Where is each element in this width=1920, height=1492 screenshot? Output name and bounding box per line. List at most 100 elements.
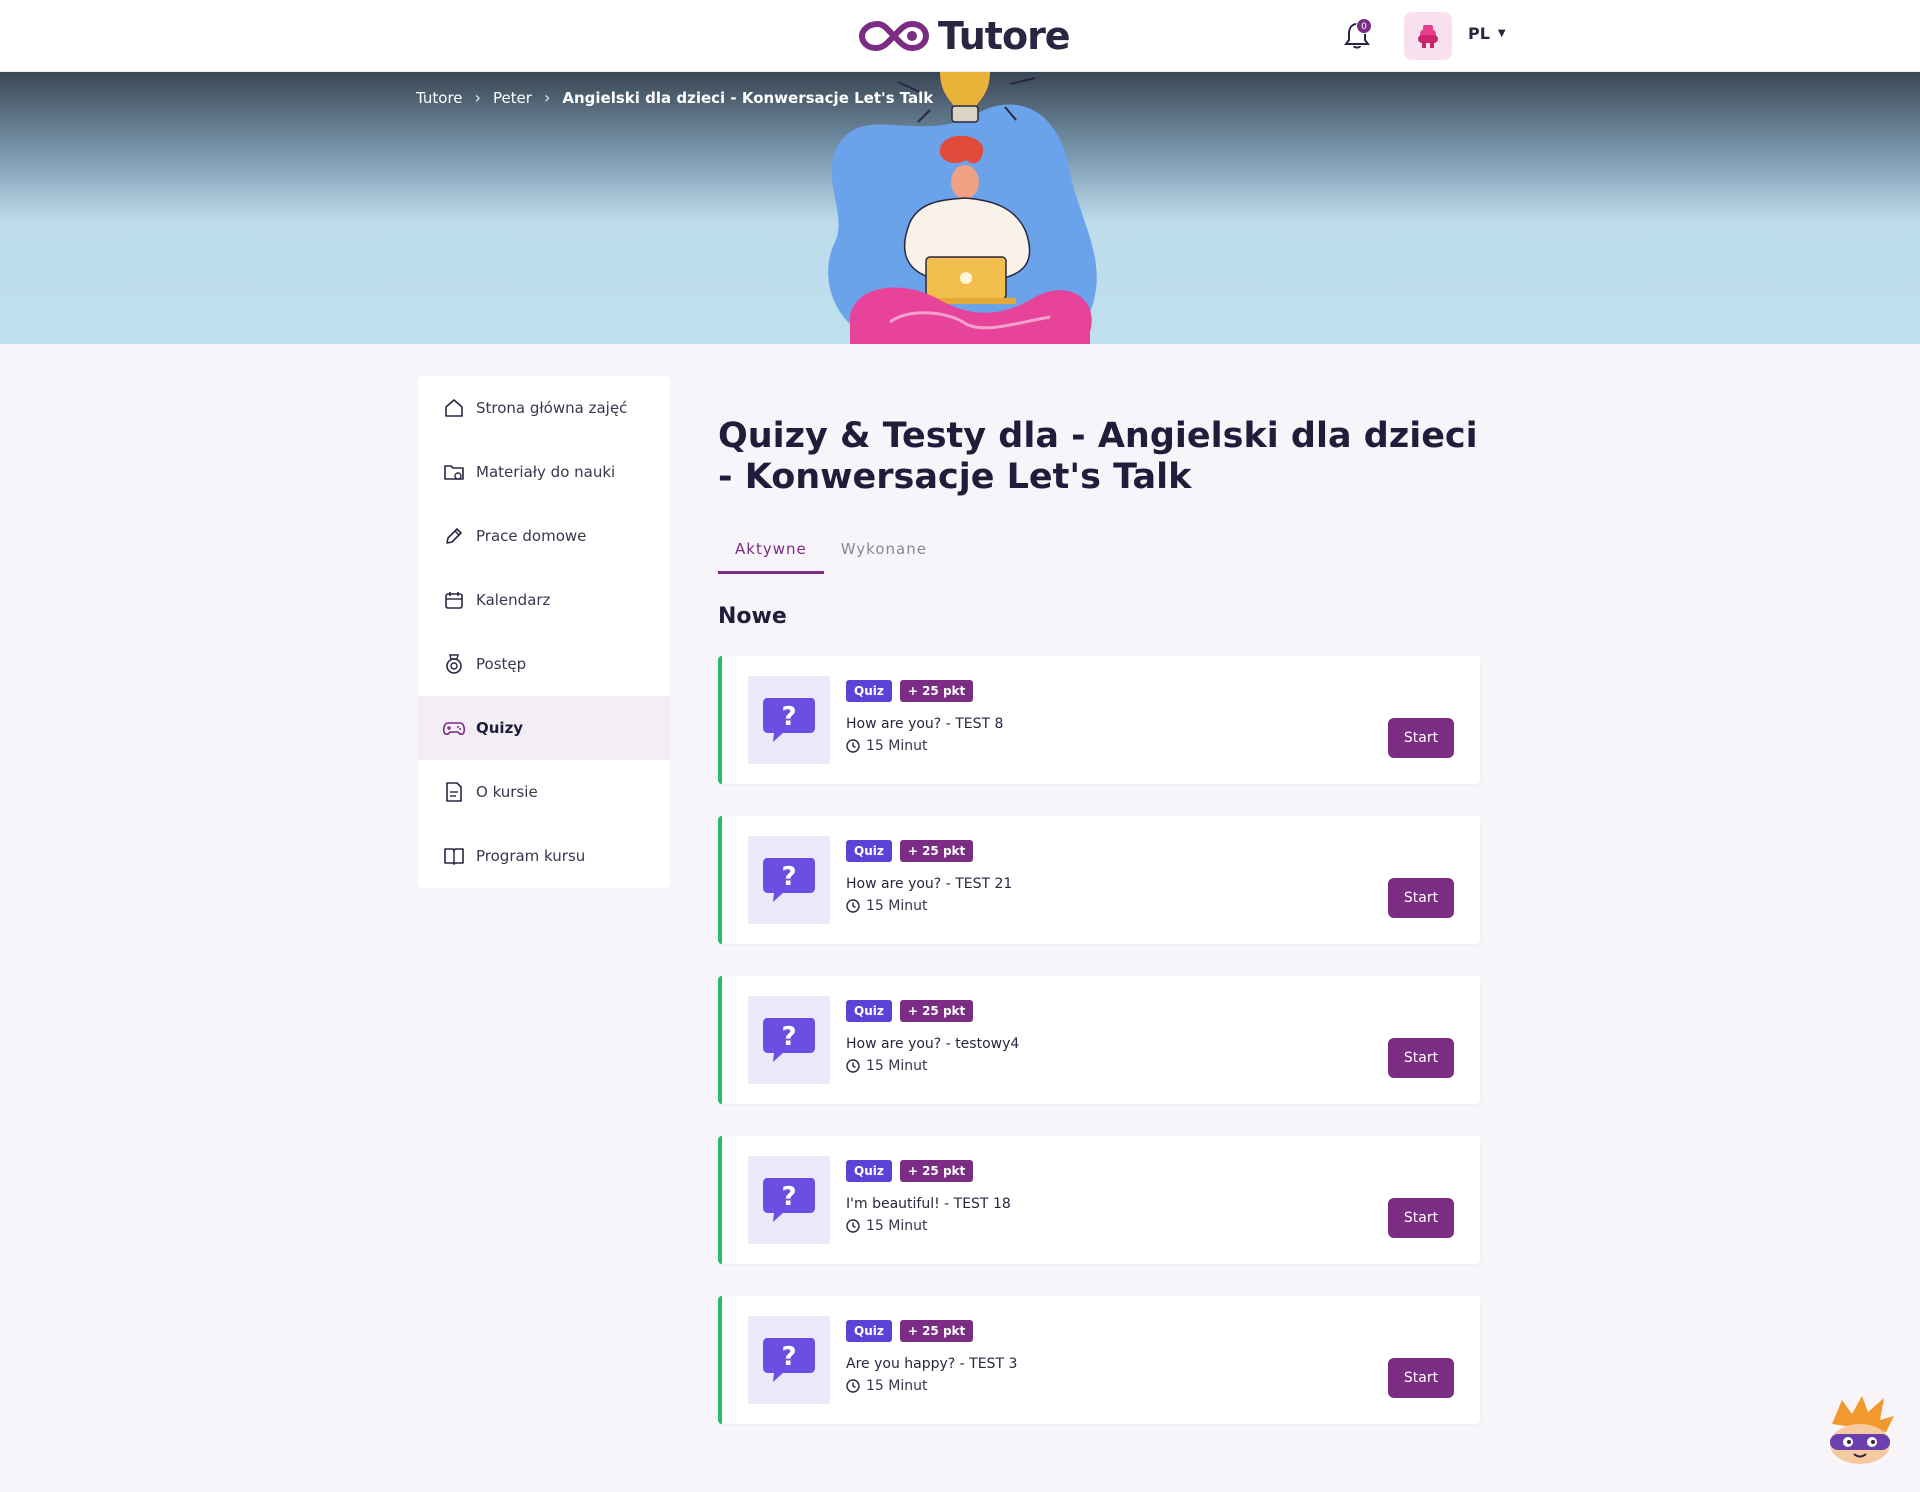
caret-down-icon: ▼ <box>1497 28 1506 39</box>
hero-banner <box>0 72 1920 344</box>
svg-text:?: ? <box>781 1182 796 1212</box>
tab-completed[interactable]: Wykonane <box>824 530 944 574</box>
chevron-right-icon: › <box>543 88 551 107</box>
breadcrumb: Tutore › Peter › Angielski dla dzieci - … <box>416 88 933 107</box>
sidebar-item-homework[interactable]: Prace domowe <box>418 504 670 568</box>
quiz-title: Are you happy? - TEST 3 <box>846 1356 1018 1372</box>
quiz-type-badge: Quiz <box>846 1320 892 1342</box>
start-button[interactable]: Start <box>1388 1038 1454 1078</box>
sidebar-item-label: Postęp <box>476 655 527 673</box>
page-title: Quizy & Testy dla - Angielski dla dzieci… <box>718 416 1478 497</box>
course-sidebar: Strona główna zajęć Materiały do nauki P… <box>418 376 670 888</box>
badges: Quiz + 25 pkt <box>846 1000 974 1022</box>
sidebar-item-home[interactable]: Strona główna zajęć <box>418 376 670 440</box>
section-title: Nowe <box>718 604 787 629</box>
points-badge: + 25 pkt <box>899 1320 974 1342</box>
chevron-right-icon: › <box>474 88 481 107</box>
quiz-card: ? Quiz + 25 pkt How are you? - TEST 21 1… <box>718 816 1480 944</box>
pencil-icon <box>442 524 466 548</box>
duration-label: 15 Minut <box>866 1378 928 1394</box>
mascot-helper-icon[interactable] <box>1818 1394 1900 1466</box>
tab-active[interactable]: Aktywne <box>718 530 824 574</box>
badges: Quiz + 25 pkt <box>846 840 974 862</box>
clock-icon <box>846 899 860 913</box>
language-label: PL <box>1468 24 1490 43</box>
quiz-duration: 15 Minut <box>846 1058 927 1074</box>
question-bubble-icon: ? <box>748 676 830 764</box>
badges: Quiz + 25 pkt <box>846 680 974 702</box>
sidebar-item-about[interactable]: O kursie <box>418 760 670 824</box>
question-bubble-icon: ? <box>748 996 830 1084</box>
logo-text: Tutore <box>938 14 1071 58</box>
language-selector[interactable]: PL ▼ <box>1468 24 1506 43</box>
hero-illustration <box>828 72 1097 344</box>
clock-icon <box>846 739 860 753</box>
quiz-card: ? Quiz + 25 pkt I'm beautiful! - TEST 18… <box>718 1136 1480 1264</box>
quiz-card: ? Quiz + 25 pkt How are you? - testowy4 … <box>718 976 1480 1104</box>
sidebar-item-calendar[interactable]: Kalendarz <box>418 568 670 632</box>
duration-label: 15 Minut <box>866 1058 928 1074</box>
quiz-title: I'm beautiful! - TEST 18 <box>846 1196 1011 1212</box>
clock-icon <box>846 1219 860 1233</box>
svg-text:?: ? <box>781 702 796 732</box>
home-icon <box>442 396 466 420</box>
sidebar-item-label: Program kursu <box>476 847 586 865</box>
book-icon <box>442 844 466 868</box>
quiz-type-badge: Quiz <box>846 680 892 702</box>
sidebar-item-label: Prace domowe <box>476 527 587 545</box>
document-icon <box>442 780 466 804</box>
start-button[interactable]: Start <box>1388 878 1454 918</box>
quiz-title: How are you? - TEST 21 <box>846 876 1013 892</box>
sidebar-item-progress[interactable]: Postęp <box>418 632 670 696</box>
medal-icon <box>442 652 466 676</box>
sidebar-item-label: Quizy <box>476 719 524 737</box>
quiz-duration: 15 Minut <box>846 1218 927 1234</box>
start-button[interactable]: Start <box>1388 1358 1454 1398</box>
sidebar-item-label: O kursie <box>476 783 538 801</box>
breadcrumb-current: Angielski dla dzieci - Konwersacje Let's… <box>562 88 934 107</box>
quiz-card: ? Quiz + 25 pkt Are you happy? - TEST 3 … <box>718 1296 1480 1424</box>
quiz-card: ? Quiz + 25 pkt How are you? - TEST 8 15… <box>718 656 1480 784</box>
infinity-logo-icon <box>858 20 930 52</box>
quiz-type-badge: Quiz <box>846 840 892 862</box>
sidebar-item-materials[interactable]: Materiały do nauki <box>418 440 670 504</box>
quiz-title: How are you? - TEST 8 <box>846 716 1004 732</box>
breadcrumb-item[interactable]: Peter <box>493 89 532 107</box>
top-bar: Tutore 0 PL ▼ <box>0 0 1920 72</box>
start-button[interactable]: Start <box>1388 718 1454 758</box>
badges: Quiz + 25 pkt <box>846 1320 974 1342</box>
sidebar-item-label: Kalendarz <box>476 591 551 609</box>
points-badge: + 25 pkt <box>899 1000 974 1022</box>
start-button[interactable]: Start <box>1388 1198 1454 1238</box>
svg-text:?: ? <box>781 862 796 892</box>
badges: Quiz + 25 pkt <box>846 1160 974 1182</box>
quiz-type-badge: Quiz <box>846 1000 892 1022</box>
sidebar-item-quizzes[interactable]: Quizy <box>418 696 670 760</box>
svg-text:?: ? <box>781 1022 796 1052</box>
quiz-title: How are you? - testowy4 <box>846 1036 1020 1052</box>
duration-label: 15 Minut <box>866 1218 928 1234</box>
points-badge: + 25 pkt <box>899 840 974 862</box>
points-badge: + 25 pkt <box>899 680 974 702</box>
duration-label: 15 Minut <box>866 738 928 754</box>
quiz-duration: 15 Minut <box>846 1378 927 1394</box>
duration-label: 15 Minut <box>866 898 928 914</box>
quiz-duration: 15 Minut <box>846 738 927 754</box>
gamepad-icon <box>442 716 466 740</box>
avatar-character-icon <box>1418 25 1438 48</box>
svg-text:?: ? <box>781 1342 796 1372</box>
question-bubble-icon: ? <box>748 836 830 924</box>
avatar[interactable] <box>1404 12 1452 60</box>
sidebar-item-label: Materiały do nauki <box>476 463 616 481</box>
quiz-duration: 15 Minut <box>846 898 927 914</box>
sidebar-item-label: Strona główna zajęć <box>476 399 628 417</box>
sidebar-item-program[interactable]: Program kursu <box>418 824 670 888</box>
quiz-type-badge: Quiz <box>846 1160 892 1182</box>
points-badge: + 25 pkt <box>899 1160 974 1182</box>
question-bubble-icon: ? <box>748 1156 830 1244</box>
breadcrumb-item[interactable]: Tutore <box>416 89 463 107</box>
logo[interactable]: Tutore <box>858 14 1071 58</box>
folder-icon <box>442 460 466 484</box>
calendar-icon <box>442 588 466 612</box>
question-bubble-icon: ? <box>748 1316 830 1404</box>
